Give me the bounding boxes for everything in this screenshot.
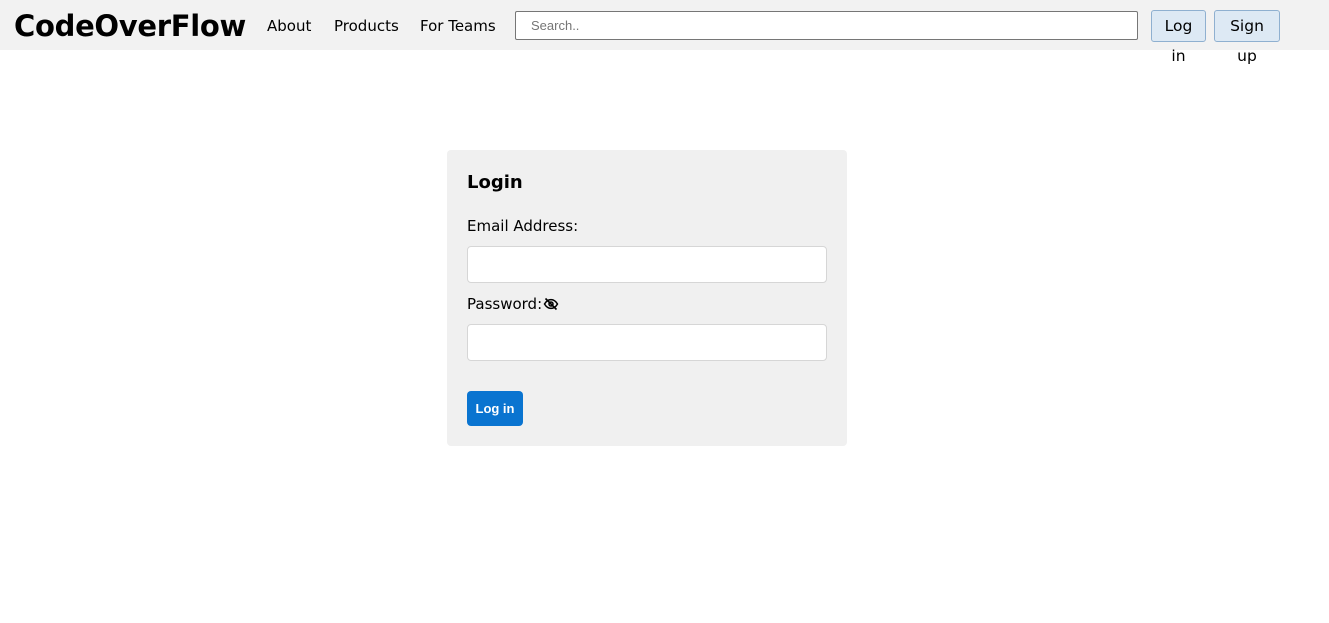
password-label-text: Password: <box>467 295 543 313</box>
password-label: Password: <box>467 294 559 314</box>
login-card: Login Email Address: Password: Log in <box>447 150 847 446</box>
email-label: Email Address: <box>467 216 578 236</box>
nav-link-about[interactable]: About <box>267 15 311 37</box>
brand-logo[interactable]: CodeOverFlow <box>14 7 246 45</box>
navbar: CodeOverFlow About Products For Teams Lo… <box>0 0 1329 65</box>
email-label-text: Email Address: <box>467 217 579 235</box>
nav-link-products[interactable]: Products <box>334 15 399 37</box>
eye-slash-icon[interactable] <box>543 296 559 312</box>
search-input[interactable] <box>515 11 1138 40</box>
password-field[interactable] <box>467 324 827 361</box>
login-title: Login <box>467 172 523 193</box>
header-login-button[interactable]: Log in <box>1151 10 1206 65</box>
header-signup-button[interactable]: Sign up <box>1214 10 1280 65</box>
nav-link-for-teams[interactable]: For Teams <box>420 15 496 37</box>
email-field[interactable] <box>467 246 827 283</box>
login-submit-button[interactable]: Log in <box>467 391 523 426</box>
